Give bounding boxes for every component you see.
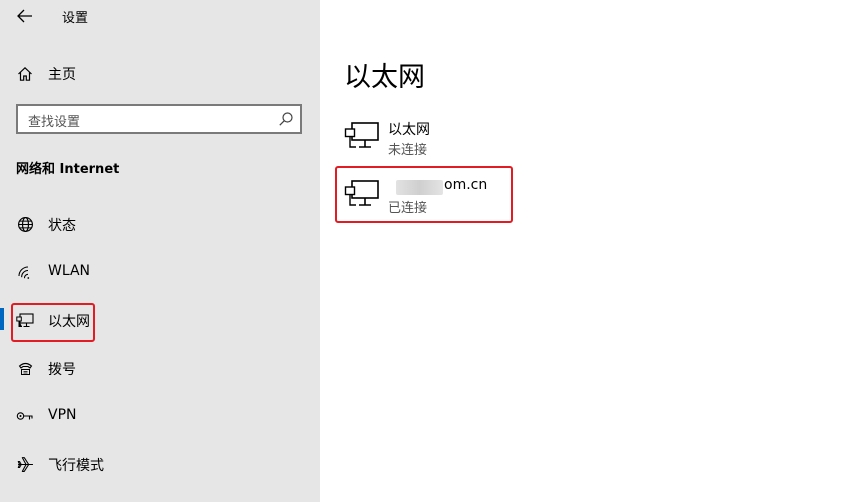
- dialup-icon: [15, 358, 35, 378]
- connection-status: 未连接: [388, 143, 428, 158]
- ethernet-icon: [344, 122, 379, 148]
- main-content: 以太网 以太网 未连接 om.cn 已连接: [320, 0, 860, 502]
- sidebar-item-home-label: 主页: [48, 67, 76, 83]
- back-button[interactable]: [12, 4, 38, 28]
- search-input[interactable]: 查找设置: [16, 104, 302, 134]
- annotation-highlight-sidebar: [11, 303, 95, 342]
- section-heading: 网络和 Internet: [16, 162, 120, 177]
- sidebar-item-home[interactable]: 主页: [0, 58, 320, 90]
- sidebar-item-status[interactable]: 状态: [0, 204, 320, 244]
- annotation-highlight-connection: [335, 166, 513, 223]
- sidebar-item-vpn[interactable]: VPN: [0, 396, 320, 436]
- home-icon: [15, 64, 35, 84]
- search-placeholder: 查找设置: [28, 115, 81, 130]
- page-title: 以太网: [344, 62, 425, 93]
- wifi-icon: [15, 262, 35, 282]
- app-title: 设置: [62, 11, 89, 26]
- globe-icon: [15, 214, 35, 234]
- sidebar-item-label: WLAN: [48, 263, 91, 279]
- sidebar-item-label: 状态: [48, 218, 76, 234]
- sidebar: 设置 主页 查找设置 网络和 Internet 状态 WLAN 以太网 拨号 V…: [0, 0, 320, 502]
- vpn-icon: [15, 406, 35, 426]
- sidebar-item-label: VPN: [48, 407, 77, 423]
- sidebar-item-label: 拨号: [48, 362, 76, 378]
- sidebar-item-wlan[interactable]: WLAN: [0, 252, 320, 292]
- sidebar-item-label: 飞行模式: [48, 458, 104, 474]
- connection-name: 以太网: [388, 122, 430, 138]
- airplane-icon: [15, 454, 35, 474]
- sidebar-item-dialup[interactable]: 拨号: [0, 348, 320, 388]
- connection-item-ethernet[interactable]: 以太网 未连接: [338, 117, 638, 161]
- back-arrow-icon: [17, 9, 32, 23]
- search-icon[interactable]: [278, 111, 294, 127]
- sidebar-item-airplane-mode[interactable]: 飞行模式: [0, 444, 320, 484]
